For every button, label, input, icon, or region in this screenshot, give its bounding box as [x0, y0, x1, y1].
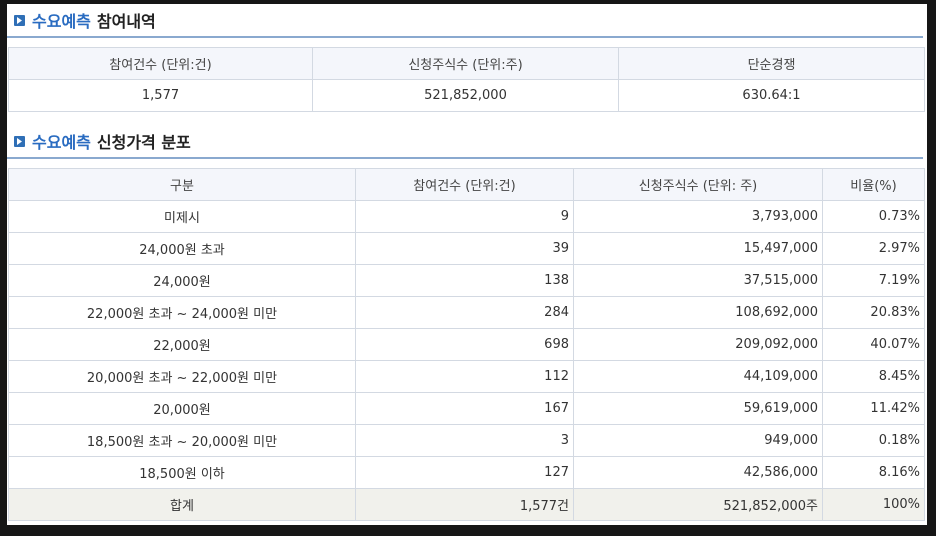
cell-count: 284: [355, 296, 574, 329]
bullet-arrow-icon: [14, 135, 25, 147]
value-competition-ratio: 630.64:1: [618, 79, 925, 112]
cell-category: 24,000원 초과: [8, 232, 356, 265]
cell-ratio: 0.73%: [822, 200, 925, 233]
cell-count: 127: [355, 456, 574, 489]
cell-ratio: 2.97%: [822, 232, 925, 265]
cell-count: 112: [355, 360, 574, 393]
section-title-highlight: 수요예측: [32, 133, 91, 152]
total-row: 합계 1,577건 521,852,000주 100%: [8, 488, 925, 521]
price-distribution-table: 구분 참여건수 (단위:건) 신청주식수 (단위: 주) 비율(%) 미제시 9…: [8, 168, 925, 521]
table-row: 미제시 9 3,793,000 0.73%: [8, 200, 925, 233]
table-row: 18,500원 초과 ~ 20,000원 미만 3 949,000 0.18%: [8, 424, 925, 457]
cell-shares: 37,515,000: [573, 264, 823, 297]
table-row: 24,000원 초과 39 15,497,000 2.97%: [8, 232, 925, 265]
table-row: 18,500원 이하 127 42,586,000 8.16%: [8, 456, 925, 489]
cell-category: 20,000원 초과 ~ 22,000원 미만: [8, 360, 356, 393]
cell-count: 138: [355, 264, 574, 297]
cell-ratio: 0.18%: [822, 424, 925, 457]
cell-ratio: 20.83%: [822, 296, 925, 329]
cell-shares: 42,586,000: [573, 456, 823, 489]
bullet-arrow-icon: [14, 14, 25, 26]
cell-shares: 209,092,000: [573, 328, 823, 361]
section-title-highlight: 수요예측: [32, 12, 91, 31]
table-row: 20,000원 초과 ~ 22,000원 미만 112 44,109,000 8…: [8, 360, 925, 393]
total-shares: 521,852,000주: [573, 488, 823, 521]
header-category: 구분: [8, 168, 356, 201]
header-applied-shares: 신청주식수 (단위:주): [312, 47, 619, 80]
cell-shares: 44,109,000: [573, 360, 823, 393]
table-row: 20,000원 167 59,619,000 11.42%: [8, 392, 925, 425]
cell-count: 167: [355, 392, 574, 425]
total-ratio: 100%: [822, 488, 925, 521]
cell-count: 9: [355, 200, 574, 233]
cell-category: 24,000원: [8, 264, 356, 297]
cell-category: 22,000원 초과 ~ 24,000원 미만: [8, 296, 356, 329]
table-header-row: 구분 참여건수 (단위:건) 신청주식수 (단위: 주) 비율(%): [8, 168, 925, 201]
cell-shares: 3,793,000: [573, 200, 823, 233]
section-title-participation: 수요예측 참여내역: [7, 4, 923, 38]
table-header-row: 참여건수 (단위:건) 신청주식수 (단위:주) 단순경쟁: [8, 47, 925, 80]
total-label: 합계: [8, 488, 356, 521]
total-count: 1,577건: [355, 488, 574, 521]
cell-shares: 15,497,000: [573, 232, 823, 265]
cell-category: 22,000원: [8, 328, 356, 361]
section-title-text: 참여내역: [96, 12, 156, 31]
section-title-price-distribution: 수요예측 신청가격 분포: [7, 125, 923, 159]
cell-ratio: 11.42%: [822, 392, 925, 425]
participation-table: 참여건수 (단위:건) 신청주식수 (단위:주) 단순경쟁 1,577 521,…: [8, 47, 925, 112]
table-row: 1,577 521,852,000 630.64:1: [8, 79, 925, 112]
cell-ratio: 8.45%: [822, 360, 925, 393]
cell-count: 698: [355, 328, 574, 361]
table-row: 22,000원 698 209,092,000 40.07%: [8, 328, 925, 361]
header-participation-count: 참여건수 (단위:건): [8, 47, 313, 80]
value-applied-shares: 521,852,000: [312, 79, 619, 112]
cell-shares: 59,619,000: [573, 392, 823, 425]
header-ratio: 비율(%): [822, 168, 925, 201]
content-panel: 수요예측 참여내역 참여건수 (단위:건) 신청주식수 (단위:주) 단순경쟁 …: [7, 4, 927, 525]
cell-ratio: 7.19%: [822, 264, 925, 297]
cell-shares: 949,000: [573, 424, 823, 457]
table-row: 22,000원 초과 ~ 24,000원 미만 284 108,692,000 …: [8, 296, 925, 329]
section-title-text: 신청가격 분포: [96, 133, 191, 152]
table-row: 24,000원 138 37,515,000 7.19%: [8, 264, 925, 297]
cell-ratio: 40.07%: [822, 328, 925, 361]
header-participation-count: 참여건수 (단위:건): [355, 168, 574, 201]
header-competition-ratio: 단순경쟁: [618, 47, 925, 80]
header-applied-shares: 신청주식수 (단위: 주): [573, 168, 823, 201]
cell-shares: 108,692,000: [573, 296, 823, 329]
value-participation-count: 1,577: [8, 79, 313, 112]
cell-count: 39: [355, 232, 574, 265]
cell-category: 미제시: [8, 200, 356, 233]
cell-category: 18,500원 초과 ~ 20,000원 미만: [8, 424, 356, 457]
cell-ratio: 8.16%: [822, 456, 925, 489]
cell-category: 20,000원: [8, 392, 356, 425]
cell-category: 18,500원 이하: [8, 456, 356, 489]
cell-count: 3: [355, 424, 574, 457]
